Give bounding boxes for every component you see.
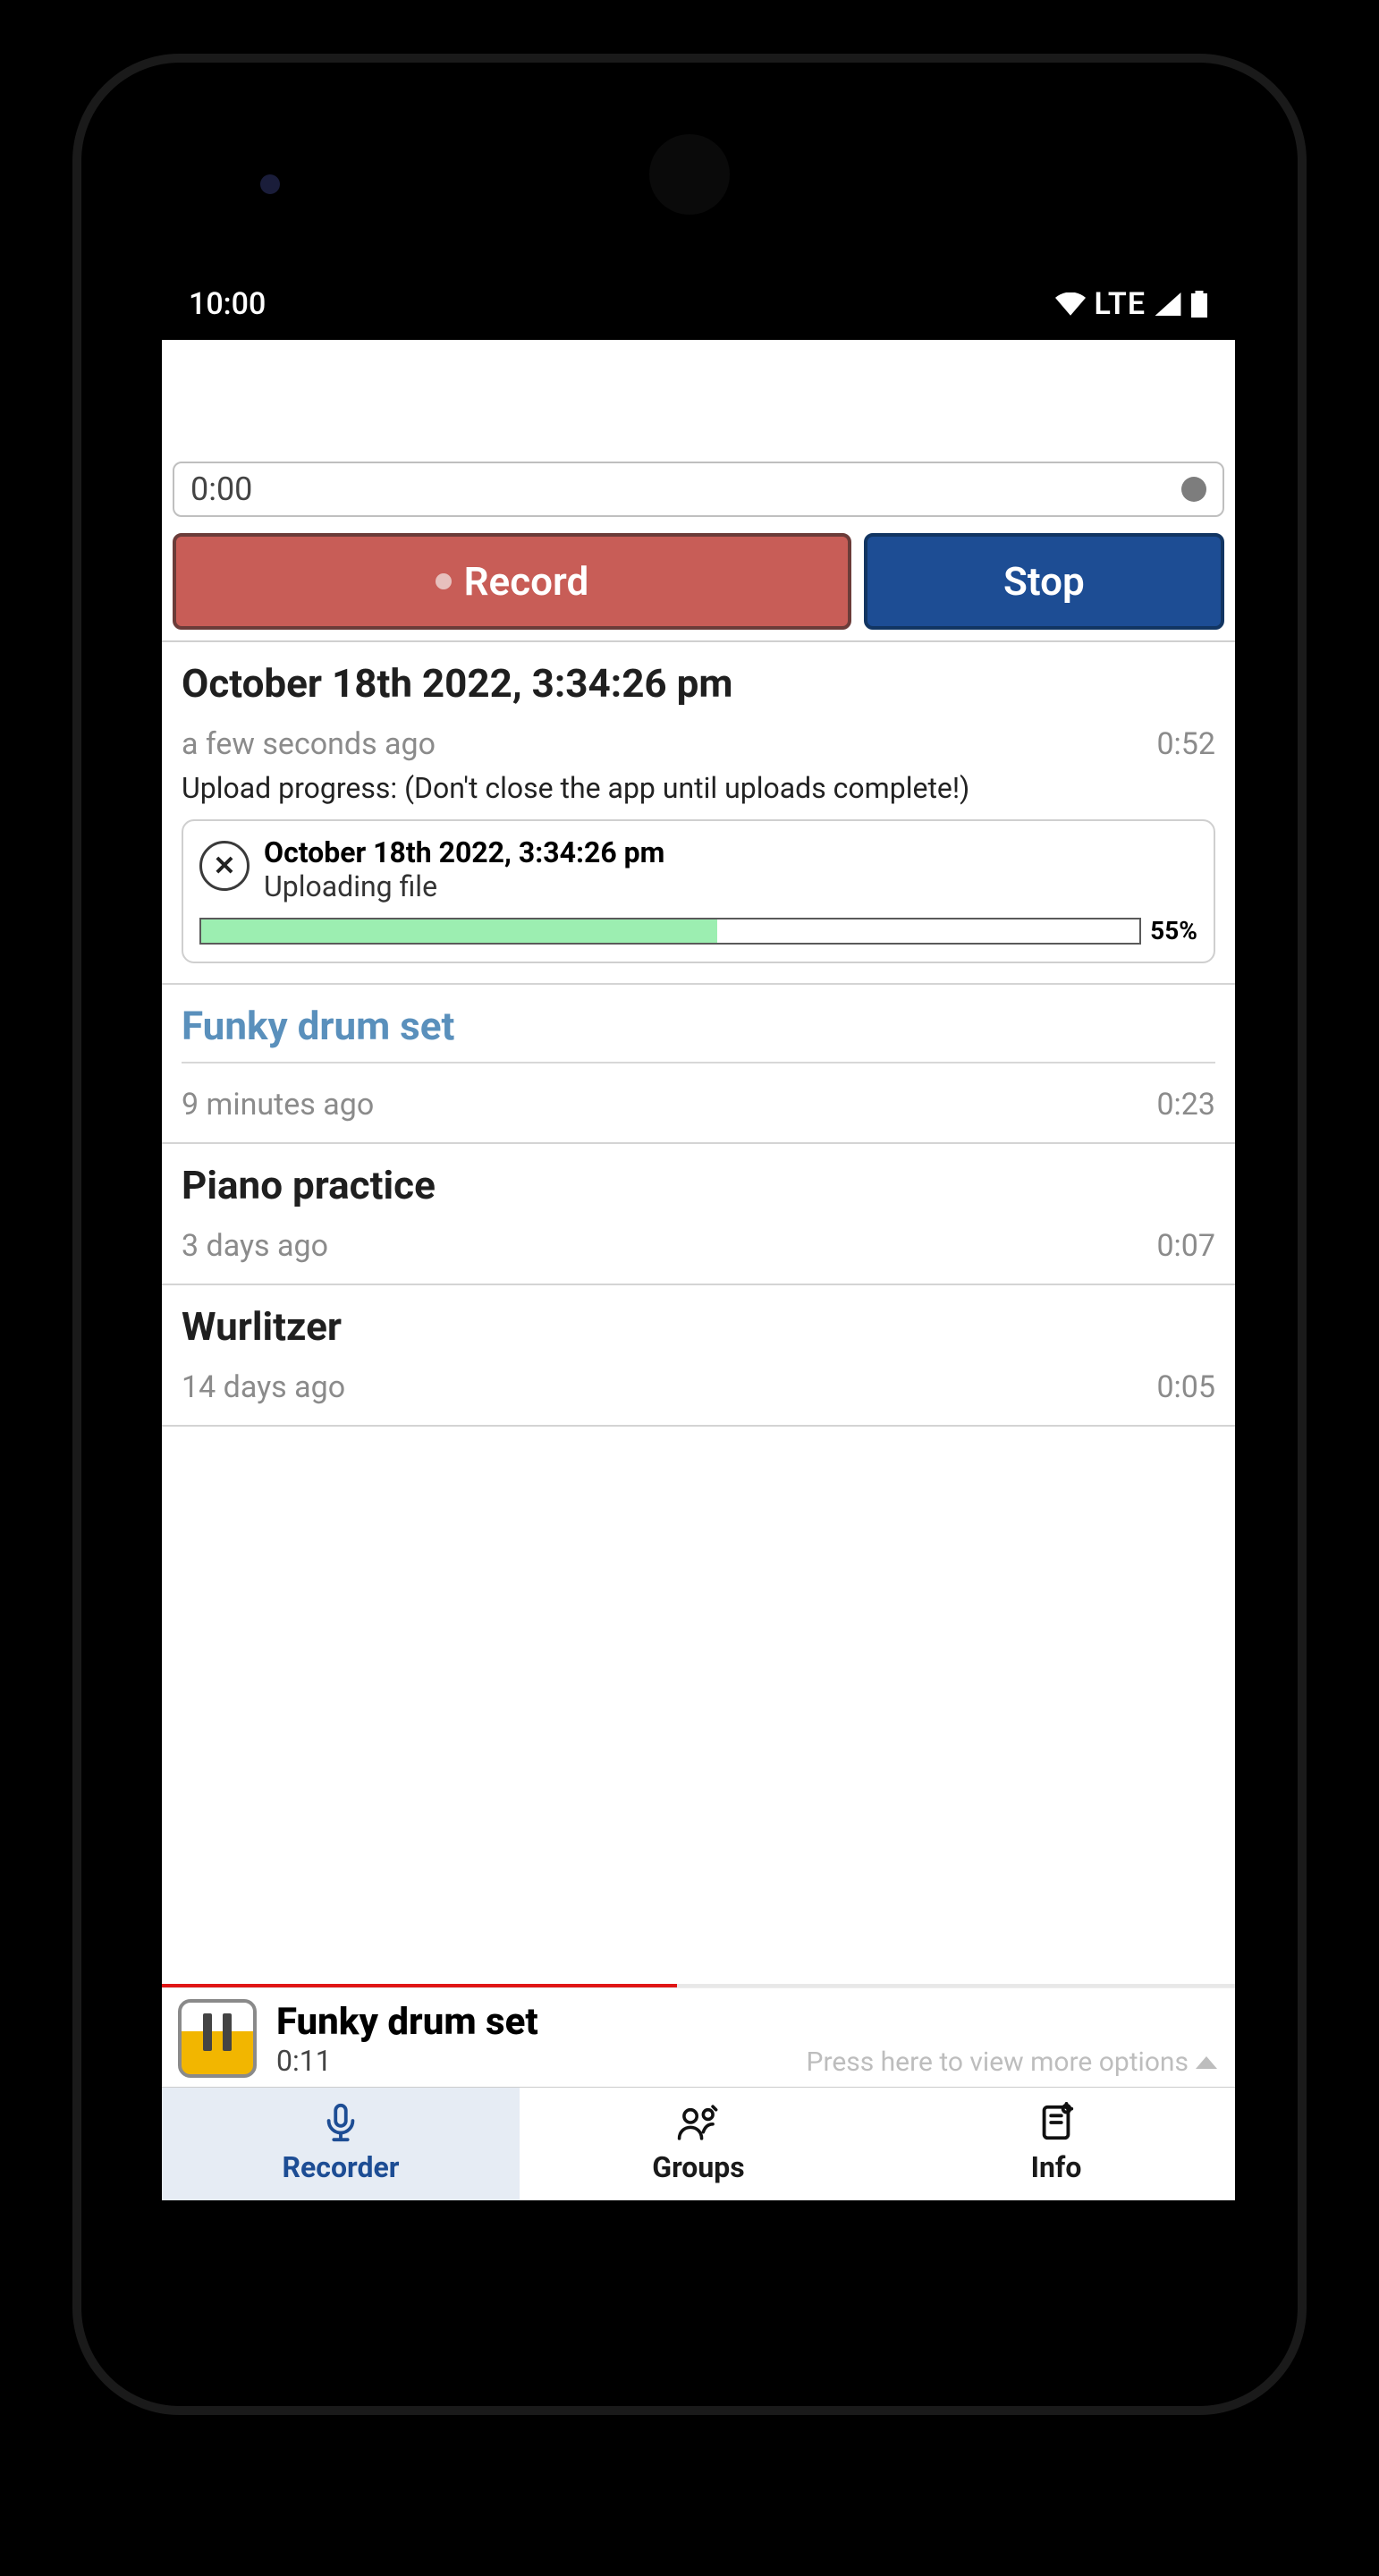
stop-button-label: Stop — [1003, 558, 1085, 605]
signal-icon — [1155, 292, 1181, 316]
now-playing-title: Funky drum set — [276, 2000, 1219, 2044]
recording-duration: 0:05 — [1156, 1369, 1215, 1405]
phone-front-camera — [260, 174, 280, 194]
playback-progress-fill — [162, 1984, 677, 1987]
recording-title: Piano practice — [182, 1162, 1215, 1208]
recording-ago: a few seconds ago — [182, 726, 436, 762]
status-right: LTE — [1055, 286, 1209, 322]
close-icon: ✕ — [213, 851, 235, 882]
recording-item[interactable]: Piano practice 3 days ago 0:07 — [162, 1144, 1235, 1285]
upload-warning: Upload progress: (Don't close the app un… — [182, 771, 1215, 805]
recording-ago: 9 minutes ago — [182, 1087, 374, 1123]
device-frame-outer: 10:00 LTE 0:00 — [0, 0, 1379, 2576]
recording-ago: 14 days ago — [182, 1369, 345, 1405]
mic-icon — [320, 2100, 361, 2145]
groups-icon — [676, 2100, 721, 2145]
recording-title: Wurlitzer — [182, 1303, 1215, 1350]
status-time: 10:00 — [189, 286, 266, 322]
tab-info[interactable]: Info — [877, 2088, 1235, 2200]
now-playing-bar[interactable]: Funky drum set 0:11 Press here to view m… — [162, 1984, 1235, 2087]
info-icon — [1036, 2100, 1077, 2145]
pause-bar-icon — [223, 2013, 232, 2051]
upload-title: October 18th 2022, 3:34:26 pm — [264, 835, 664, 869]
status-network-label: LTE — [1095, 286, 1146, 322]
record-button-label: Record — [464, 558, 589, 605]
stop-button[interactable]: Stop — [864, 533, 1224, 630]
pause-bar-icon — [203, 2013, 212, 2051]
upload-status: Uploading file — [264, 869, 664, 903]
tab-label: Info — [1031, 2150, 1082, 2184]
tab-label: Recorder — [283, 2150, 400, 2184]
upload-progress-percent: 55% — [1150, 916, 1197, 945]
cancel-upload-button[interactable]: ✕ — [199, 841, 250, 891]
recording-title: October 18th 2022, 3:34:26 pm — [182, 660, 1215, 707]
record-button[interactable]: Record — [173, 533, 851, 630]
record-indicator-dot — [1181, 477, 1206, 502]
record-timer-field[interactable]: 0:00 — [173, 462, 1224, 517]
recording-item[interactable]: October 18th 2022, 3:34:26 pm a few seco… — [162, 642, 1235, 985]
record-dot-icon — [436, 573, 452, 589]
screen: 10:00 LTE 0:00 — [162, 268, 1235, 2200]
more-options-label: Press here to view more options — [807, 2046, 1189, 2078]
tab-groups[interactable]: Groups — [520, 2088, 877, 2200]
phone-speaker — [649, 134, 730, 215]
upload-progress-fill — [201, 919, 717, 943]
recording-ago: 3 days ago — [182, 1228, 328, 1264]
recording-item[interactable]: Wurlitzer 14 days ago 0:05 — [162, 1285, 1235, 1427]
bottom-tabs: Recorder Groups — [162, 2087, 1235, 2200]
tab-label: Groups — [652, 2150, 744, 2184]
wifi-icon — [1055, 292, 1086, 316]
battery-icon — [1190, 291, 1208, 318]
record-timer-value: 0:00 — [190, 470, 252, 508]
recording-title-link[interactable]: Funky drum set — [182, 1003, 1215, 1063]
playback-progress-track[interactable] — [162, 1984, 1235, 1987]
recording-duration: 0:23 — [1156, 1087, 1215, 1123]
recording-item[interactable]: Funky drum set 9 minutes ago 0:23 — [162, 985, 1235, 1144]
phone-frame: 10:00 LTE 0:00 — [72, 54, 1307, 2415]
record-controls: 0:00 Record Stop — [162, 340, 1235, 640]
recording-duration: 0:52 — [1156, 726, 1215, 762]
pause-button[interactable] — [178, 1999, 257, 2078]
chevron-up-icon — [1196, 2056, 1217, 2069]
upload-card: ✕ October 18th 2022, 3:34:26 pm Uploadin… — [182, 819, 1215, 963]
recording-list[interactable]: October 18th 2022, 3:34:26 pm a few seco… — [162, 640, 1235, 1984]
status-bar: 10:00 LTE — [162, 268, 1235, 340]
recording-duration: 0:07 — [1156, 1228, 1215, 1264]
tab-recorder[interactable]: Recorder — [162, 2088, 520, 2200]
more-options-hint[interactable]: Press here to view more options — [807, 2046, 1217, 2078]
upload-progress-bar — [199, 918, 1141, 945]
